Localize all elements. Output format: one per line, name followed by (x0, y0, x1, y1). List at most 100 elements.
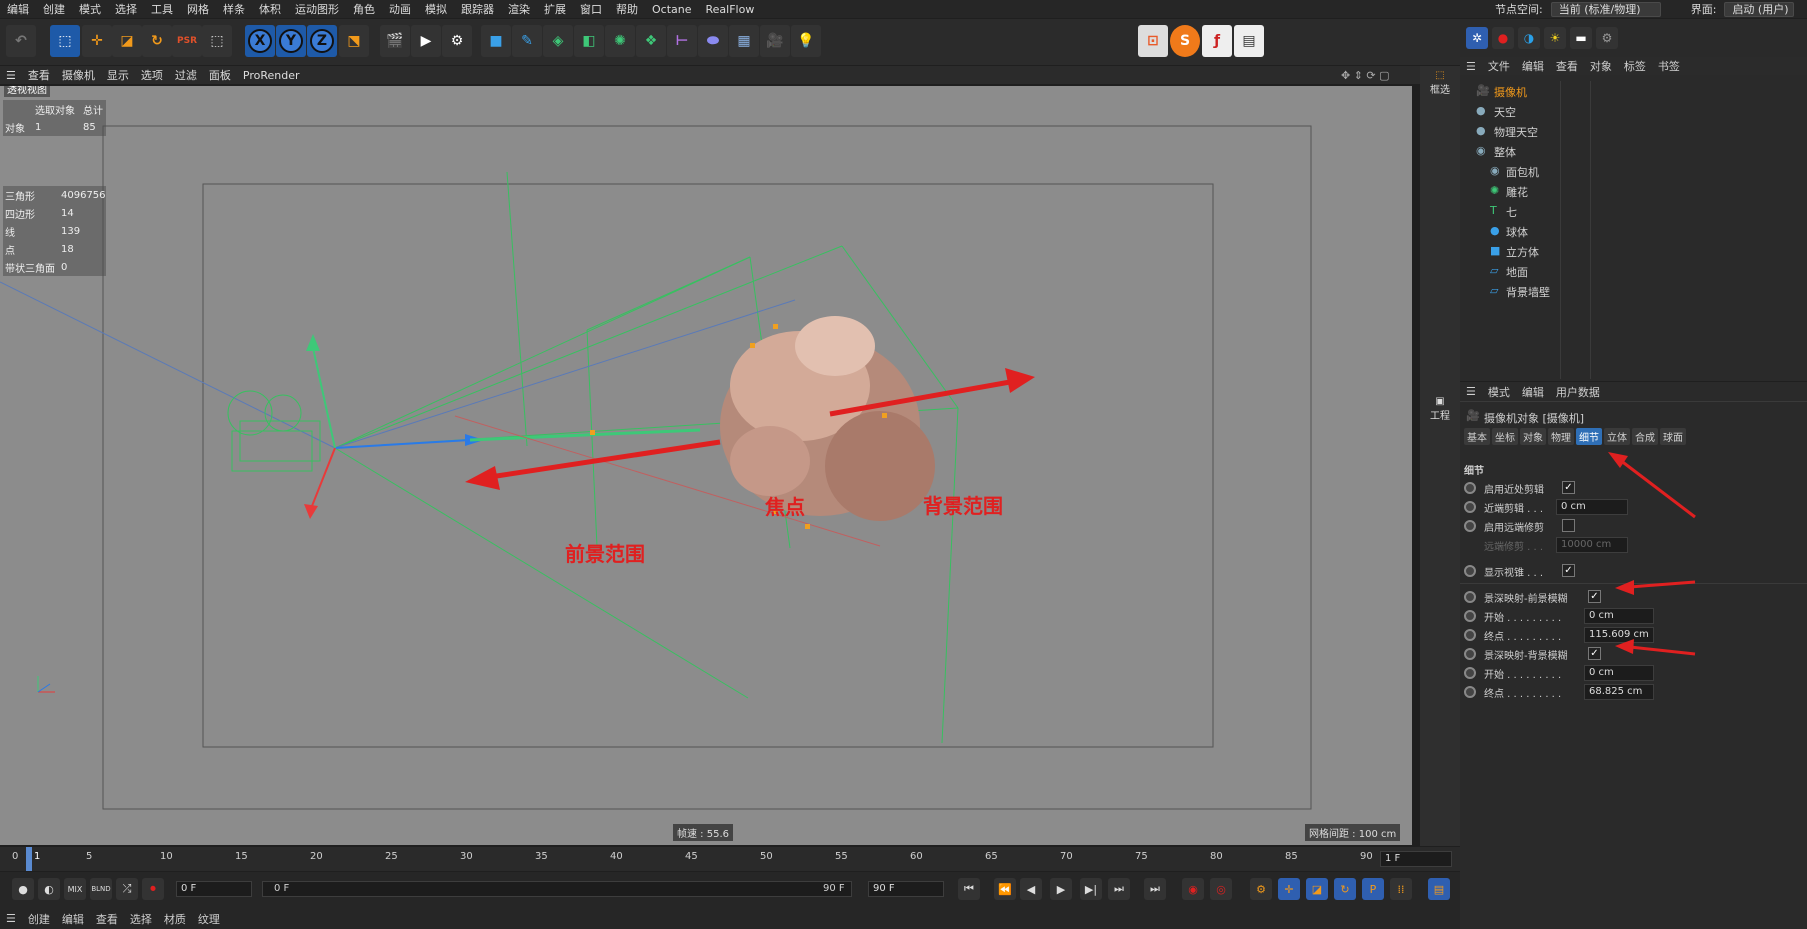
undo-icon[interactable]: ↶ (6, 25, 36, 57)
anim-dot[interactable] (1464, 520, 1476, 532)
menu-simulate[interactable]: 模拟 (418, 1, 454, 17)
menu-extensions[interactable]: 扩展 (537, 1, 573, 17)
menu-window[interactable]: 窗口 (573, 1, 609, 17)
timeline-ruler[interactable]: 0 1 5 10 15 20 25 30 35 40 45 50 55 60 6… (0, 847, 1460, 871)
next-frame-icon[interactable]: ▶| (1080, 878, 1102, 900)
prev-key-icon[interactable]: ⏪ (994, 878, 1016, 900)
tab-basic[interactable]: 基本 (1464, 428, 1490, 445)
anim-dot[interactable] (1464, 686, 1476, 698)
menu-edit[interactable]: 编辑 (0, 1, 36, 17)
playhead[interactable] (26, 847, 32, 871)
camera-icon[interactable]: 🎥 (760, 25, 790, 57)
menu-volume[interactable]: 体积 (252, 1, 288, 17)
move-tool-icon[interactable]: ✛ (82, 25, 112, 57)
om-menu-tags[interactable]: 标签 (1618, 58, 1652, 74)
render-region-icon[interactable]: 🎬 (380, 25, 410, 57)
floor-icon[interactable]: ▦ (729, 25, 759, 57)
autokey-icon[interactable]: ◉ (1182, 878, 1204, 900)
max-frame-field[interactable]: 90 F (868, 881, 944, 897)
perspective-viewport[interactable]: 透视视图 选取对象 总计 对象 1 85 三角形 4096756 四边形 14 线 139 … (0, 86, 1412, 845)
tab-stereo[interactable]: 立体 (1604, 428, 1630, 445)
key-grid-icon[interactable]: ⁞⁞ (1390, 878, 1412, 900)
object-row-carving[interactable]: ✺ 雕花 (1460, 181, 1807, 201)
axis-y-button[interactable]: Y (276, 25, 306, 57)
menu-tools[interactable]: 工具 (144, 1, 180, 17)
object-row-sky[interactable]: ● 天空 (1460, 101, 1807, 121)
subdivision-icon[interactable]: ◈ (543, 25, 573, 57)
om-menu-edit[interactable]: 编辑 (1516, 58, 1550, 74)
play-icon[interactable]: ▶ (1050, 878, 1072, 900)
back-start-field[interactable]: 0 cm (1584, 665, 1654, 681)
anim-dot[interactable] (1464, 610, 1476, 622)
film-strip-icon[interactable]: ▤ (1428, 878, 1450, 900)
vp-menu-panel[interactable]: 面板 (203, 67, 237, 83)
object-row-sphere[interactable]: ● 球体 (1460, 221, 1807, 241)
vp-menu-view[interactable]: 查看 (22, 67, 56, 83)
material-ball-icon[interactable]: ● (12, 878, 34, 900)
anim-dot[interactable] (1464, 501, 1476, 513)
vp-menu-options[interactable]: 选项 (135, 67, 169, 83)
show-cone-checkbox[interactable]: ✓ (1562, 564, 1575, 577)
object-row-background-wall[interactable]: ▱ 背景墙壁 (1460, 281, 1807, 301)
dof-back-checkbox[interactable]: ✓ (1588, 647, 1601, 660)
axis-x-button[interactable]: X (245, 25, 275, 57)
select-tool-icon[interactable]: ⬚ (50, 25, 80, 57)
menu-render[interactable]: 渲染 (501, 1, 537, 17)
object-row-text[interactable]: T七 (1460, 201, 1807, 221)
project-button[interactable]: ▣ 工程 (1424, 396, 1456, 422)
object-row-cube[interactable]: ■ 立方体 (1460, 241, 1807, 261)
live-select-icon[interactable]: ⬚ (202, 25, 232, 57)
field-icon[interactable]: ⬬ (698, 25, 728, 57)
attr-hamburger-icon[interactable]: ☰ (1460, 385, 1482, 398)
deformer-icon[interactable]: ⊢ (667, 25, 697, 57)
tab-object[interactable]: 对象 (1520, 428, 1546, 445)
cloner-icon[interactable]: ✺ (605, 25, 635, 57)
attr-menu-edit[interactable]: 编辑 (1516, 384, 1550, 400)
tab-composition[interactable]: 合成 (1632, 428, 1658, 445)
node-space-dropdown[interactable]: 当前 (标准/物理) (1550, 1, 1661, 17)
goto-start-icon[interactable]: ⏮ (958, 878, 980, 900)
goto-end-icon[interactable]: ⏭ (1108, 878, 1130, 900)
key-param-icon[interactable]: P (1362, 878, 1384, 900)
octane-settings-icon[interactable]: ✲ (1466, 27, 1488, 49)
range-slider[interactable] (262, 881, 852, 897)
vp-menu-filter[interactable]: 过滤 (169, 67, 203, 83)
record-icon[interactable]: ⏺ (142, 878, 164, 900)
tab-spherical[interactable]: 球面 (1660, 428, 1686, 445)
layout-icon[interactable]: ⊡ (1138, 25, 1168, 57)
extrude-icon[interactable]: ◧ (574, 25, 604, 57)
mat-menu-edit[interactable]: 编辑 (56, 911, 90, 927)
anim-dot[interactable] (1464, 648, 1476, 660)
vp-menu-cameras[interactable]: 摄像机 (56, 67, 101, 83)
key-scale-icon[interactable]: ◪ (1306, 878, 1328, 900)
mograph-cubes-icon[interactable]: ❖ (636, 25, 666, 57)
om-menu-view[interactable]: 查看 (1550, 58, 1584, 74)
object-row-physical-sky[interactable]: ● 物理天空 (1460, 121, 1807, 141)
frame-field[interactable]: 1 F (1380, 851, 1452, 867)
anim-dot[interactable] (1464, 667, 1476, 679)
keyframe-icon[interactable]: ◎ (1210, 878, 1232, 900)
sun-icon[interactable]: ☀ (1544, 27, 1566, 49)
menu-realflow[interactable]: RealFlow (699, 3, 762, 16)
mix-icon[interactable]: MIX (64, 878, 86, 900)
psr-tool-icon[interactable]: PSR (172, 25, 202, 57)
viewport-nav-icons[interactable]: ✥ ⇕ ⟳ ▢ (1335, 69, 1396, 82)
axis-z-button[interactable]: Z (307, 25, 337, 57)
object-row-camera[interactable]: 🎥 摄像机 (1460, 81, 1807, 101)
object-row-group[interactable]: ◉ 整体 (1460, 141, 1807, 161)
light-icon[interactable]: 💡 (791, 25, 821, 57)
script-icon[interactable]: S (1170, 25, 1200, 57)
menu-mograph[interactable]: 运动图形 (288, 1, 346, 17)
attr-menu-mode[interactable]: 模式 (1482, 384, 1516, 400)
menu-octane[interactable]: Octane (645, 3, 699, 16)
prev-frame-icon[interactable]: ◀ (1020, 878, 1042, 900)
render-settings-icon[interactable]: ⚙ (442, 25, 472, 57)
settings-gear-icon[interactable]: ⚙ (1596, 27, 1618, 49)
key-settings-icon[interactable]: ⚙ (1250, 878, 1272, 900)
mat-menu-select[interactable]: 选择 (124, 911, 158, 927)
cube-icon[interactable]: ■ (481, 25, 511, 57)
anim-dot[interactable] (1464, 629, 1476, 641)
menu-spline[interactable]: 样条 (216, 1, 252, 17)
om-menu-object[interactable]: 对象 (1584, 58, 1618, 74)
vp-menu-prorender[interactable]: ProRender (237, 69, 306, 82)
